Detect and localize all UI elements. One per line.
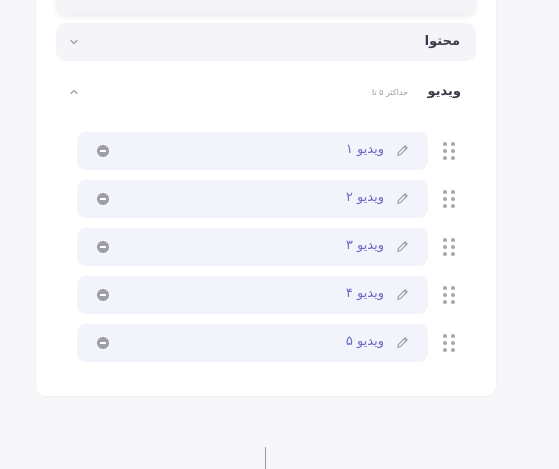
remove-circle-icon[interactable] — [97, 193, 109, 205]
video-item-label: ویدیو ۱ — [345, 142, 384, 157]
video-item-label: ویدیو ۳ — [345, 238, 384, 253]
divider — [265, 447, 266, 469]
video-section-header[interactable]: ویدیو حداکثر ۵ تا — [56, 78, 476, 106]
video-item-label: ویدیو ۵ — [345, 334, 384, 349]
video-item[interactable]: ویدیو ۴ — [77, 276, 428, 314]
video-item-label: ویدیو ۲ — [345, 190, 384, 205]
video-section-title: ویدیو — [427, 84, 461, 99]
pencil-icon[interactable] — [395, 143, 410, 158]
remove-circle-icon[interactable] — [97, 145, 109, 157]
content-section-title: محتوا — [424, 34, 460, 49]
pencil-icon[interactable] — [395, 335, 410, 350]
chevron-down-icon[interactable] — [68, 36, 80, 48]
pencil-icon[interactable] — [395, 287, 410, 302]
drag-handle-icon[interactable] — [442, 189, 456, 209]
video-max-note: حداکثر ۵ تا — [371, 88, 408, 97]
pencil-icon[interactable] — [395, 191, 410, 206]
drag-handle-icon[interactable] — [442, 237, 456, 257]
pencil-icon[interactable] — [395, 239, 410, 254]
chevron-up-icon[interactable] — [68, 86, 80, 98]
remove-circle-icon[interactable] — [97, 241, 109, 253]
remove-circle-icon[interactable] — [97, 337, 109, 349]
drag-handle-icon[interactable] — [442, 333, 456, 353]
remove-circle-icon[interactable] — [97, 289, 109, 301]
drag-handle-icon[interactable] — [442, 285, 456, 305]
video-item[interactable]: ویدیو ۱ — [77, 132, 428, 170]
video-item[interactable]: ویدیو ۲ — [77, 180, 428, 218]
video-item[interactable]: ویدیو ۳ — [77, 228, 428, 266]
video-item[interactable]: ویدیو ۵ — [77, 324, 428, 362]
previous-section-bar — [56, 0, 476, 14]
video-item-label: ویدیو ۴ — [345, 286, 384, 301]
content-section-header[interactable]: محتوا — [56, 23, 476, 61]
drag-handle-icon[interactable] — [442, 141, 456, 161]
